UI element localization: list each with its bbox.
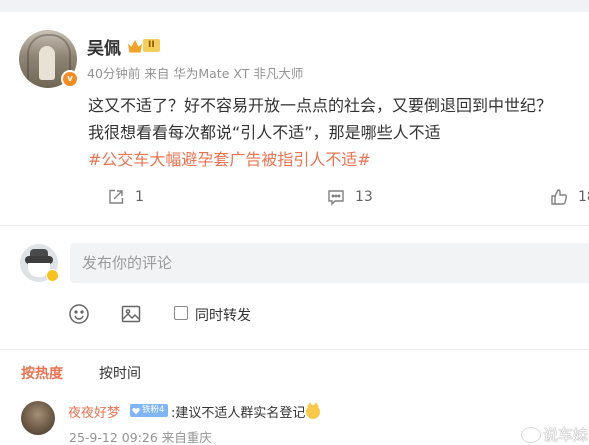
post-hashtag[interactable]: #公交车大幅避孕套广告被指引人不适# xyxy=(88,146,583,173)
section-divider xyxy=(0,349,589,350)
like-button[interactable]: 18 xyxy=(550,188,589,206)
tab-sort-time[interactable]: 按时间 xyxy=(99,363,141,383)
comment-input[interactable] xyxy=(70,243,589,283)
share-icon xyxy=(109,189,124,204)
share-count: 1 xyxy=(135,189,144,205)
watermark: 说车妹 xyxy=(521,424,588,445)
section-divider xyxy=(0,225,589,226)
watermark-text: 说车妹 xyxy=(543,426,589,444)
crown-icon xyxy=(128,39,142,53)
post-body: 这又不适了？好不容易开放一点点的社会，又要倒退回到中世纪？ 我很想看看每次都说“… xyxy=(88,92,583,173)
comment-meta: 25-9-12 09:26 来自重庆 xyxy=(69,430,212,445)
comment-avatar[interactable] xyxy=(21,401,55,435)
comment-button[interactable]: 13 xyxy=(327,188,373,206)
emoji-icon[interactable] xyxy=(68,303,90,325)
comment-count: 13 xyxy=(355,189,373,205)
comment-username[interactable]: 夜夜好梦 xyxy=(68,402,120,421)
tab-sort-hot[interactable]: 按热度 xyxy=(21,363,63,383)
post-action-bar: 1 13 18 xyxy=(0,182,589,218)
like-count: 18 xyxy=(578,189,589,205)
comment-body: :建议不适人群实名登记 xyxy=(171,406,306,421)
heart-icon xyxy=(132,407,140,414)
level-label: II xyxy=(143,39,160,52)
level-badge[interactable]: II xyxy=(128,38,164,53)
emoji-icon xyxy=(306,402,321,419)
verified-icon: v xyxy=(61,70,79,88)
thumbs-up-icon xyxy=(551,189,568,205)
fan-badge[interactable]: 铁粉4 xyxy=(130,404,169,417)
share-button[interactable]: 1 xyxy=(107,188,144,206)
repost-checkbox[interactable] xyxy=(174,306,188,320)
post-line: 我很想看看每次都说“引人不适”，那是哪些人不适 xyxy=(88,123,441,142)
image-icon[interactable] xyxy=(120,303,142,325)
verified-icon xyxy=(46,269,59,282)
repost-label[interactable]: 同时转发 xyxy=(195,305,251,325)
weibo-post-card: v 吴佩 II 40分钟前 来自 华为Mate XT 非凡大师 这又不适了？好不… xyxy=(0,12,589,445)
fan-badge-label: 铁粉4 xyxy=(142,405,165,415)
post-meta: 40分钟前 来自 华为Mate XT 非凡大师 xyxy=(87,66,304,81)
comment-icon xyxy=(328,190,344,206)
author-avatar[interactable]: v xyxy=(19,30,79,88)
post-line: 这又不适了？好不容易开放一点点的社会，又要倒退回到中世纪？ xyxy=(88,96,553,115)
composer-toolbar xyxy=(68,302,172,326)
author-name[interactable]: 吴佩 xyxy=(87,34,121,59)
comment-text: :建议不适人群实名登记 xyxy=(171,402,321,421)
weibo-logo-icon xyxy=(521,426,541,443)
